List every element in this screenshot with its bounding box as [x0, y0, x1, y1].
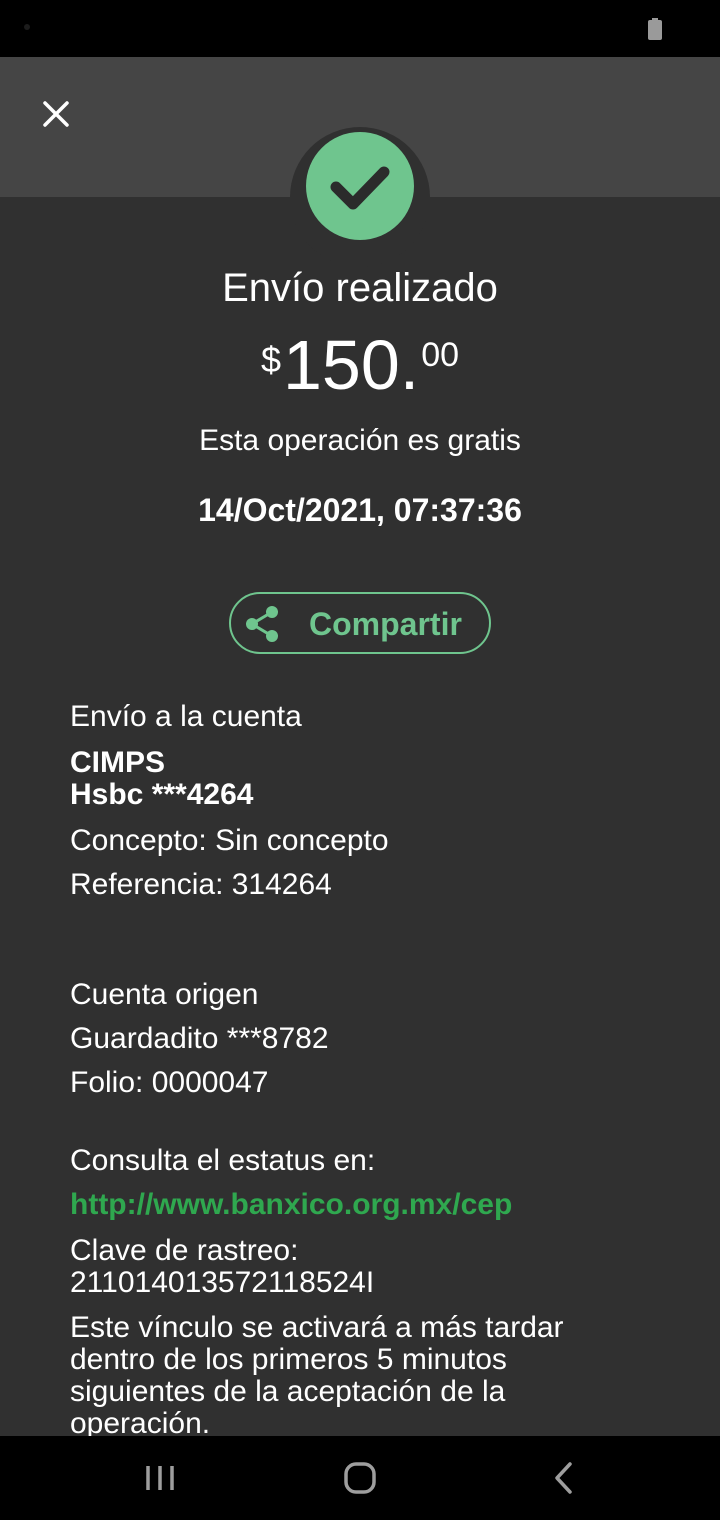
- amount-currency: $: [260, 339, 281, 380]
- home-button[interactable]: [336, 1456, 384, 1500]
- transfer-receipt-screen: Envío realizado $150.00 Esta operación e…: [0, 0, 720, 1520]
- destination-concept: Concepto: Sin concepto: [70, 824, 389, 857]
- checkmark-icon: [330, 166, 390, 210]
- status-heading: Consulta el estatus en:: [70, 1144, 376, 1177]
- destination-heading: Envío a la cuenta: [70, 700, 302, 733]
- share-icon: [246, 606, 278, 642]
- tracking-label: Clave de rastreo:: [70, 1234, 299, 1267]
- amount: $150.00: [0, 330, 720, 400]
- destination-account: Hsbc ***4264: [70, 778, 254, 811]
- share-button[interactable]: Compartir: [229, 592, 491, 654]
- back-button[interactable]: [540, 1456, 588, 1500]
- recent-apps-icon: [146, 1466, 174, 1490]
- home-icon: [344, 1462, 376, 1494]
- recent-apps-button[interactable]: [136, 1456, 184, 1500]
- amount-cents: 00: [421, 336, 460, 374]
- transaction-datetime: 14/Oct/2021, 07:37:36: [198, 492, 522, 528]
- back-icon: [555, 1462, 572, 1494]
- navigation-bar: [0, 1436, 720, 1520]
- battery-icon: [648, 18, 662, 40]
- origin-heading: Cuenta origen: [70, 978, 259, 1011]
- camera-dot: [24, 24, 30, 30]
- tracking-key: 211014013572118524I: [70, 1266, 375, 1299]
- page-title: Envío realizado: [222, 266, 498, 310]
- success-badge: [306, 132, 414, 240]
- banxico-link[interactable]: http://www.banxico.org.mx/cep: [70, 1188, 512, 1222]
- activation-note: Este vínculo se activará a más tardar de…: [70, 1311, 564, 1440]
- status-bar: [0, 0, 720, 57]
- origin-account: Guardadito ***8782: [70, 1022, 329, 1055]
- amount-integer: 150.: [282, 326, 420, 404]
- close-button[interactable]: [36, 94, 76, 134]
- destination-reference: Referencia: 314264: [70, 868, 332, 901]
- share-label: Compartir: [309, 606, 462, 642]
- close-icon: [43, 101, 69, 127]
- fee-note: Esta operación es gratis: [199, 424, 521, 457]
- destination-name: CIMPS: [70, 746, 166, 779]
- origin-folio: Folio: 0000047: [70, 1066, 269, 1099]
